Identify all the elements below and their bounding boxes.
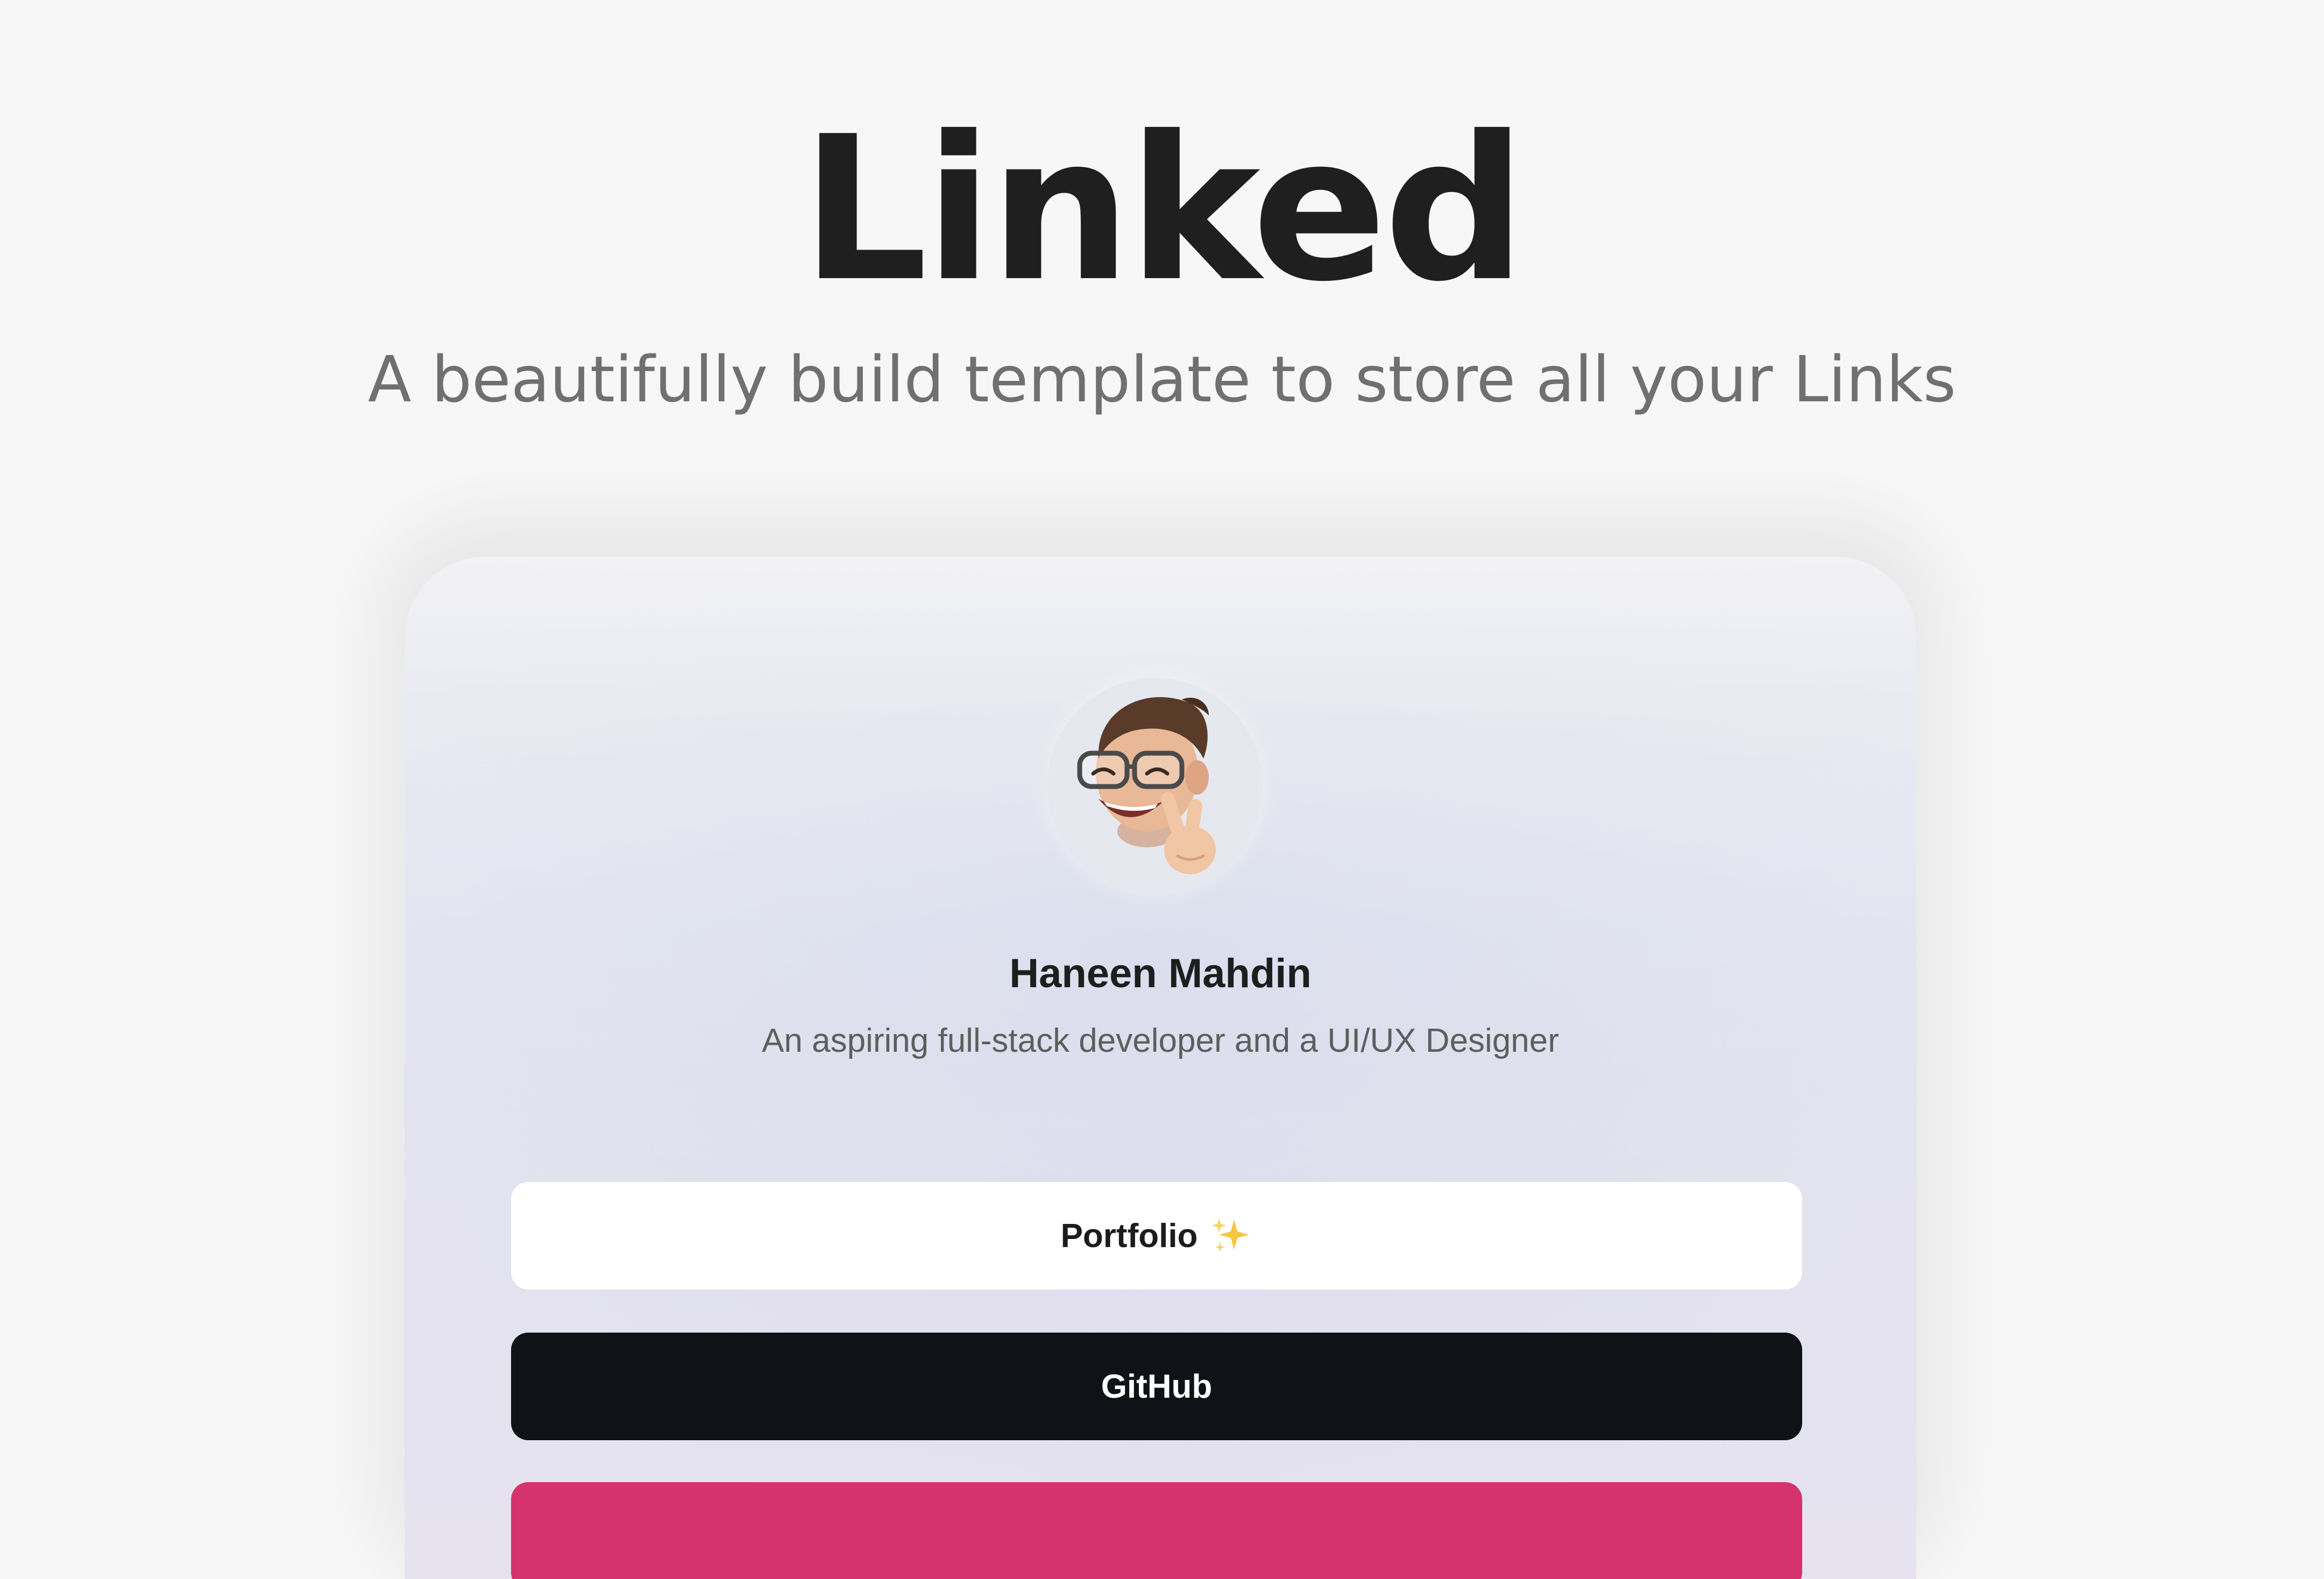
page-subtitle: A beautifully build template to store al… [367,342,1957,416]
next-link-button[interactable] [511,1482,1802,1579]
avatar [1047,678,1263,893]
portfolio-link-button[interactable]: Portfolio [511,1182,1802,1290]
profile-bio: An aspiring full-stack developer and a U… [762,1022,1559,1059]
memoji-peace-sign-icon [1077,697,1216,874]
portfolio-link-label: Portfolio [1060,1217,1198,1255]
sparkles-icon [1209,1214,1252,1257]
page-title: Linked [801,94,1526,325]
profile-card: Haneen Mahdin An aspiring full-stack dev… [405,557,1916,1579]
profile-name: Haneen Mahdin [1009,951,1312,996]
github-link-button[interactable]: GitHub [511,1333,1802,1440]
github-link-label: GitHub [1101,1368,1213,1405]
